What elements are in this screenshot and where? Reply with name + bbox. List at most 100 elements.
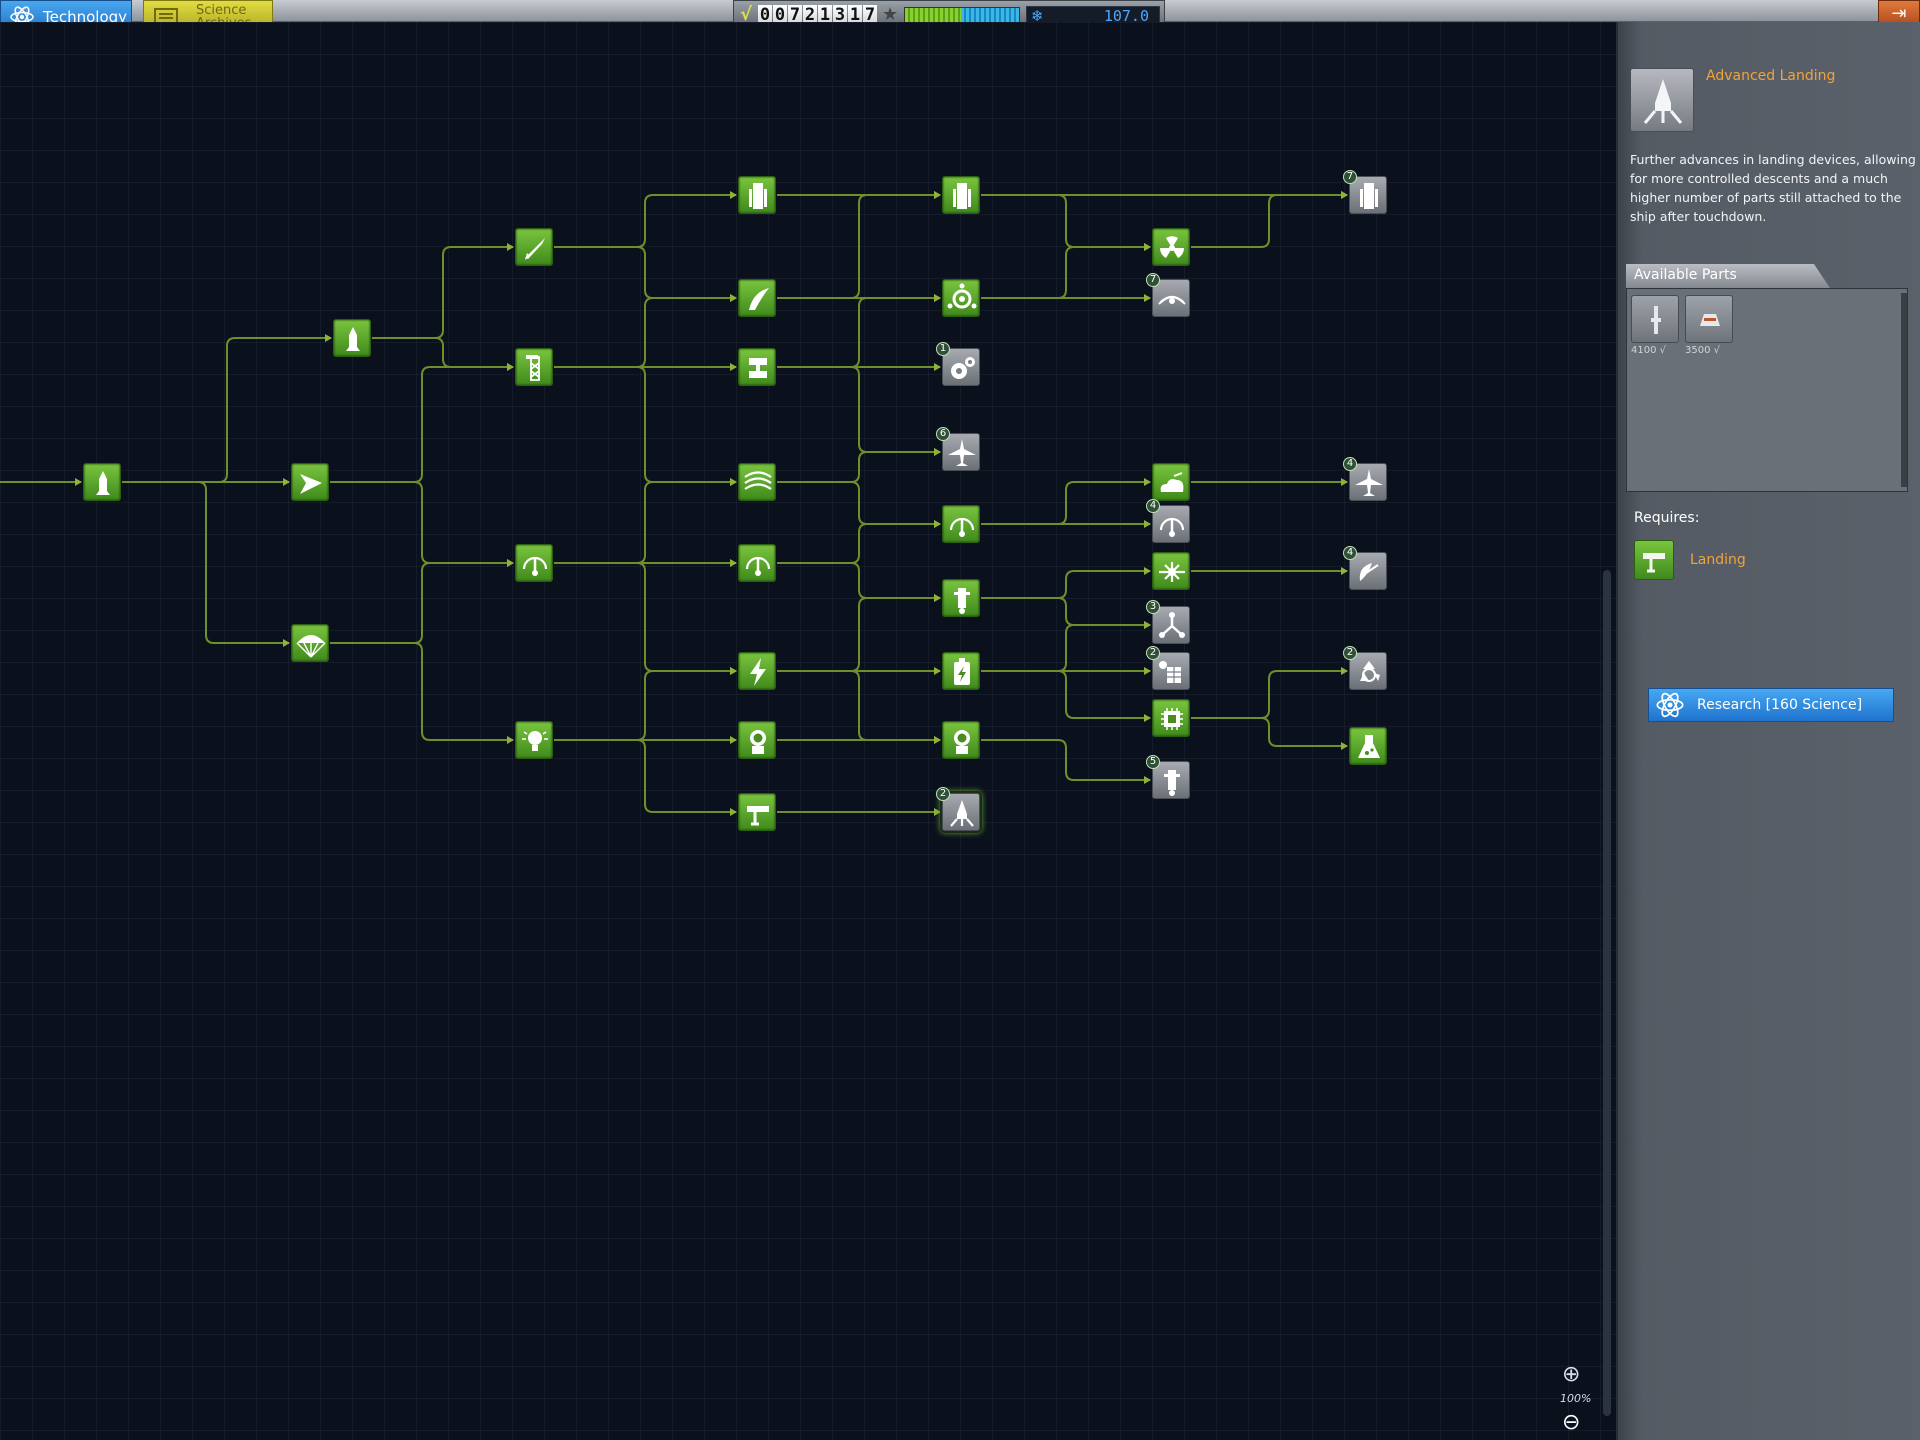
- tech-node-flightControl[interactable]: [515, 544, 553, 582]
- available-parts-list: 4100 √ 3500 √: [1626, 288, 1908, 492]
- part-strut[interactable]: [1631, 295, 1679, 343]
- tech-node-precisionPropulsion[interactable]: 7: [1146, 273, 1190, 317]
- tech-connection: [981, 670, 1150, 719]
- tech-connection: [981, 481, 1150, 525]
- parts-scrollbar[interactable]: [1901, 293, 1907, 487]
- tri-icon: [1159, 612, 1185, 638]
- tech-node-spaceExploration[interactable]: [738, 721, 776, 759]
- tech-node-advLanding[interactable]: 2: [936, 787, 980, 831]
- tech-connection: [777, 670, 940, 741]
- connection-arrow: [1341, 567, 1348, 575]
- tech-node-engineering101[interactable]: [291, 463, 329, 501]
- zoom-in-icon[interactable]: ⊕: [1562, 1362, 1580, 1387]
- tech-node-veryHeavyRocketry[interactable]: 7: [1343, 170, 1387, 214]
- gauge-icon: [1159, 517, 1185, 537]
- plane-icon: [1355, 469, 1383, 496]
- fuel-icon: [749, 288, 769, 310]
- tech-node-badge: 4: [1343, 546, 1357, 560]
- flask-icon: [1358, 735, 1380, 758]
- tech-node-basicScience[interactable]: [515, 721, 553, 759]
- vertical-scrollbar[interactable]: [1603, 570, 1611, 1416]
- connection-arrow: [730, 736, 737, 744]
- top-bar: Technology Science Archives √ 00721317 ★…: [0, 0, 1920, 34]
- tech-node-survivability[interactable]: [291, 624, 329, 662]
- drone-icon: [1159, 562, 1185, 582]
- tech-tree-canvas[interactable]: 1 6 2 7 4 3 2 5 7 4 4 2 ⊕ 100% ⊖: [0, 22, 1616, 1440]
- connection-arrow: [1341, 191, 1348, 199]
- connection-arrow: [934, 363, 941, 371]
- part-lander-can[interactable]: [1685, 295, 1733, 343]
- research-button[interactable]: Research [160 Science]: [1648, 688, 1894, 722]
- tech-connection: [777, 194, 940, 299]
- research-button-label: Research [160 Science]: [1697, 697, 1863, 713]
- tech-tree-screen: Technology Science Archives √ 00721317 ★…: [0, 0, 1920, 1440]
- lander-icon: [1630, 68, 1694, 132]
- connection-arrow: [730, 667, 737, 675]
- connection-arrow: [1341, 742, 1348, 750]
- requires-tech-name[interactable]: Landing: [1690, 552, 1746, 568]
- connection-arrow: [730, 559, 737, 567]
- tech-node-fuelSystems[interactable]: [738, 279, 776, 317]
- tech-details-panel: Advanced Landing Further advances in lan…: [1616, 22, 1920, 1440]
- connection-arrow: [934, 808, 941, 816]
- connection-arrow: [730, 478, 737, 486]
- tech-node-generalConstruction[interactable]: [515, 348, 553, 386]
- dish-icon: [1359, 563, 1379, 581]
- tech-node-advElectrics[interactable]: [942, 652, 980, 690]
- tech-node-unmannedTech[interactable]: 4: [1343, 546, 1387, 590]
- tech-node-heavierRocketry[interactable]: [942, 176, 980, 214]
- battery-icon: [954, 658, 970, 685]
- tech-node-advRocketry[interactable]: [515, 228, 553, 266]
- part-cost: 4100 √: [1631, 345, 1666, 356]
- funds-icon: √: [1713, 345, 1721, 356]
- exit-icon: ⇥: [1891, 3, 1907, 24]
- tech-node-supersonicFlight[interactable]: 4: [1343, 457, 1387, 501]
- tech-node-nuclearPropulsion[interactable]: [1152, 228, 1190, 266]
- tech-node-electronics[interactable]: [1152, 699, 1190, 737]
- zoom-out-icon[interactable]: ⊖: [1562, 1410, 1580, 1435]
- tech-connection: [777, 523, 940, 564]
- tech-node-aerodynamicSystems[interactable]: 6: [936, 427, 980, 471]
- tech-node-badge: 4: [1343, 457, 1357, 471]
- connection-arrow: [1341, 478, 1348, 486]
- tech-node-advExploration[interactable]: [942, 721, 980, 759]
- tech-node-stability[interactable]: [738, 544, 776, 582]
- rocket-icon: [96, 471, 110, 495]
- atom-icon: [1656, 692, 1684, 718]
- connection-arrow: [1144, 567, 1151, 575]
- tech-node-experimentalScience[interactable]: [1349, 727, 1387, 765]
- tech-node-fieldScience[interactable]: 3: [1146, 600, 1190, 644]
- engine-icon: [947, 283, 977, 309]
- tech-node-badge: 6: [936, 427, 950, 441]
- leg-icon[interactable]: [1634, 540, 1674, 580]
- tech-node-commandModules[interactable]: 4: [1146, 499, 1190, 543]
- tech-node-electrics[interactable]: [738, 652, 776, 690]
- tech-node-propulsionSystems[interactable]: [942, 279, 980, 317]
- tech-node-specializedConstruction[interactable]: 1: [936, 342, 980, 386]
- tech-node-advConstruction[interactable]: [738, 348, 776, 386]
- tech-node-advScienceTech[interactable]: 5: [1146, 755, 1190, 799]
- tech-connection: [554, 366, 736, 483]
- tech-node-advFlightControl[interactable]: [942, 505, 980, 543]
- connection-arrow: [507, 363, 514, 371]
- tech-node-landing[interactable]: [738, 793, 776, 831]
- tech-node-landingGear[interactable]: [1152, 463, 1190, 501]
- coupler-icon: [749, 358, 767, 378]
- connection-arrow: [283, 639, 290, 647]
- part-cost-value: 4100: [1631, 345, 1657, 356]
- lander-can-icon: [1700, 314, 1720, 326]
- tech-node-aviation[interactable]: [738, 463, 776, 501]
- tech-node-heavyRocketry[interactable]: [738, 176, 776, 214]
- connection-arrow: [1144, 667, 1151, 675]
- tech-node-miniaturization[interactable]: [942, 579, 980, 617]
- tech-connection: [554, 739, 736, 813]
- rocket-slant-icon: [525, 238, 545, 260]
- tech-node-basicRocketry[interactable]: [83, 463, 121, 501]
- bulb-icon: [522, 731, 548, 751]
- tech-node-advUnmanned[interactable]: [1152, 552, 1190, 590]
- tech-node-generalRocketry[interactable]: [333, 319, 371, 357]
- tech-node-scienceTech[interactable]: 2: [1343, 646, 1387, 690]
- tower-icon: [526, 355, 540, 381]
- tech-node-largeElectrics[interactable]: 2: [1146, 646, 1190, 690]
- connection-arrow: [507, 243, 514, 251]
